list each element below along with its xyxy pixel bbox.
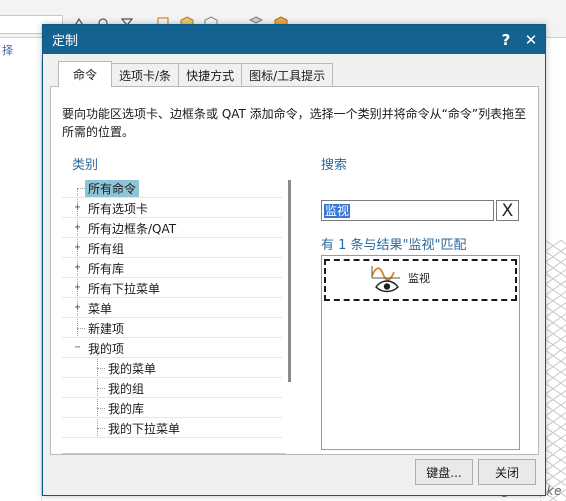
tab-shortcuts[interactable]: 快捷方式 [178, 63, 243, 87]
tree-item-my-items[interactable]: − 我的项 [62, 338, 282, 358]
expand-icon[interactable]: + [73, 263, 82, 273]
collapse-icon[interactable]: − [73, 343, 82, 353]
tree-item-all-groups[interactable]: + 所有组 [62, 238, 282, 258]
close-button[interactable]: 关闭 [478, 459, 536, 485]
category-heading: 类别 [72, 158, 99, 173]
category-scrollbar[interactable] [286, 178, 293, 454]
tree-item-all-tabs[interactable]: + 所有选项卡 [62, 198, 282, 218]
commands-tab-panel: 要向功能区选项卡、边框条或 QAT 添加命令，选择一个类别并将命令从“命令”列表… [50, 86, 539, 455]
search-heading: 搜索 [321, 158, 348, 173]
tree-item-all-borderbars-qat[interactable]: + 所有边框条/QAT [62, 218, 282, 238]
help-button[interactable]: ? [495, 29, 517, 51]
tree-item-my-groups[interactable]: 我的组 [62, 378, 282, 398]
expand-icon[interactable]: + [73, 223, 82, 233]
monitor-icon [371, 266, 400, 293]
dialog-titlebar[interactable]: 定制 ? ✕ [43, 25, 545, 54]
result-item-monitor[interactable]: 监视 [324, 259, 517, 301]
tree-item-menu[interactable]: + 菜单 [62, 298, 282, 318]
dialog-title: 定制 [52, 34, 79, 49]
background-tab-label[interactable]: 择 [0, 42, 42, 60]
customize-dialog: 定制 ? ✕ 命令 选项卡/条 快捷方式 图标/工具提示 要向功能区选项卡、边框… [42, 24, 546, 496]
keyboard-button[interactable]: 键盘... [415, 459, 473, 485]
result-item-label: 监视 [408, 272, 430, 285]
search-input-value: 监视 [324, 204, 351, 218]
tree-item-all-dropdowns[interactable]: + 所有下拉菜单 [62, 278, 282, 298]
scrollbar-thumb[interactable] [288, 180, 291, 382]
tree-item-new-items[interactable]: 新建项 [62, 318, 282, 338]
instructions-text: 要向功能区选项卡、边框条或 QAT 添加命令，选择一个类别并将命令从“命令”列表… [62, 107, 527, 139]
tab-tabs-bars[interactable]: 选项卡/条 [111, 63, 180, 87]
expand-icon[interactable]: + [73, 303, 82, 313]
tree-item-my-libraries[interactable]: 我的库 [62, 398, 282, 418]
tree-item-all-commands[interactable]: 所有命令 [62, 178, 282, 198]
category-tree[interactable]: 所有命令 + 所有选项卡 + 所有边框条/QAT + 所有组 + 所有库 + 所… [62, 178, 293, 454]
expand-icon[interactable]: + [73, 283, 82, 293]
tree-item-all-libraries[interactable]: + 所有库 [62, 258, 282, 278]
expand-icon[interactable]: + [73, 243, 82, 253]
tree-item-my-dropdowns[interactable]: 我的下拉菜单 [62, 418, 282, 438]
background-side-panel [0, 60, 42, 501]
expand-icon[interactable]: + [73, 203, 82, 213]
close-icon[interactable]: ✕ [520, 29, 542, 51]
clear-search-button[interactable]: X [496, 200, 519, 221]
tab-commands[interactable]: 命令 [58, 61, 113, 87]
tab-icons-tooltips[interactable]: 图标/工具提示 [241, 63, 334, 87]
results-list[interactable]: 监视 [321, 255, 520, 450]
result-summary: 有 1 条与结果"监视"匹配 [321, 238, 467, 253]
dialog-tabs: 命令 选项卡/条 快捷方式 图标/工具提示 [58, 61, 334, 87]
search-input[interactable]: 监视 [321, 200, 494, 221]
tree-item-my-menus[interactable]: 我的菜单 [62, 358, 282, 378]
